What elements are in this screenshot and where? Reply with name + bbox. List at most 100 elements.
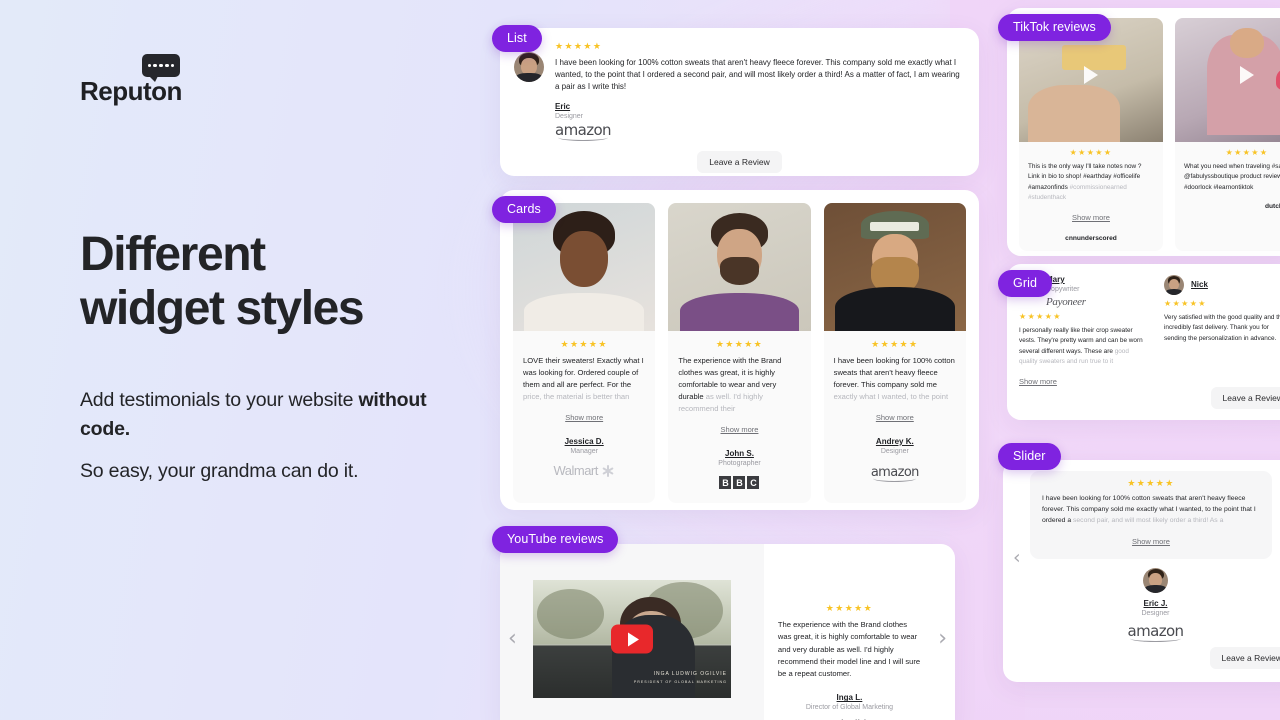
- review-text: I personally really like their crop swea…: [1019, 327, 1143, 366]
- show-more-link[interactable]: Show more: [721, 425, 759, 434]
- leave-review-button[interactable]: Leave a Review: [697, 151, 782, 174]
- show-more-link[interactable]: Show more: [1132, 537, 1170, 546]
- tiktok-handle: dutchintheusa: [1264, 203, 1280, 211]
- review-text-faded: second pair, and will most likely order …: [1073, 517, 1224, 525]
- next-arrow-icon[interactable]: ›: [938, 628, 947, 650]
- review-text: The experience with the Brand clothes wa…: [678, 356, 782, 413]
- subtitle-lead: Add testimonials to your website: [80, 389, 359, 411]
- review-role: Copywriter: [1046, 286, 1080, 293]
- review-text: I have been looking for 100% cotton swea…: [555, 58, 960, 92]
- badge-grid: Grid: [998, 270, 1053, 297]
- badge-slider: Slider: [998, 443, 1061, 470]
- review-author: Jessica D.: [564, 436, 604, 446]
- hero-pane: Reputon Different widget styles Add test…: [80, 0, 480, 720]
- bbc-letter-b1: B: [719, 476, 732, 490]
- walmart-wordmark: Walmart: [553, 463, 598, 479]
- subtitle-secondary: So easy, your grandma can do it.: [80, 460, 359, 482]
- rating-stars: ★★★★★: [715, 339, 764, 349]
- rating-stars: ★★★★★: [825, 603, 874, 613]
- badge-list: List: [492, 25, 542, 52]
- review-role: Director of Global Marketing: [805, 704, 894, 712]
- review-author: Eric J.: [1143, 598, 1168, 608]
- source-logo-amazon: amazon: [1127, 621, 1184, 642]
- reviewer-photo: [668, 203, 811, 331]
- rating-stars: ★★★★★: [1164, 299, 1207, 308]
- avatar: [514, 52, 544, 82]
- review-text: I have been looking for 100% cotton swea…: [1042, 495, 1256, 525]
- tiktok-video-thumbnail[interactable]: [1175, 18, 1280, 142]
- widget-slider: ‹ ★★★★★ I have been looking for 100% cot…: [1003, 460, 1280, 682]
- review-role: Designer: [555, 113, 584, 121]
- prev-arrow-icon[interactable]: ‹: [508, 628, 517, 650]
- video-thumbnail[interactable]: INGA LUDWIG OGILVIE PRESIDENT OF GLOBAL …: [532, 580, 731, 698]
- avatar: [1164, 275, 1184, 295]
- slider-slide: ★★★★★ I have been looking for 100% cotto…: [1030, 471, 1272, 559]
- widget-tiktok-reviews: ★★★★★ This is the only way I'll take not…: [1007, 8, 1280, 256]
- youtube-play-icon[interactable]: [610, 624, 653, 654]
- show-more-link[interactable]: Show more: [876, 413, 914, 422]
- play-icon[interactable]: [1084, 66, 1098, 85]
- review-text-faded: exactly what I wanted, to the point: [833, 391, 949, 401]
- brand-name: Reputon: [80, 76, 182, 106]
- grid-cell: Nick ★★★★★ Very satisfied with the good …: [1164, 275, 1280, 389]
- leave-review-button[interactable]: Leave a Review: [1209, 647, 1280, 669]
- source-logo-walmart: Walmart: [523, 462, 645, 480]
- review-role: Designer: [880, 447, 909, 455]
- leave-review-button[interactable]: Leave a Review: [1210, 387, 1280, 409]
- testimonial-card: ★★★★★ The experience with the Brand clot…: [668, 203, 811, 503]
- source-logo-amazon: amazon: [870, 464, 919, 482]
- show-more-link[interactable]: Show more: [1072, 213, 1110, 222]
- rating-stars: ★★★★★: [1127, 478, 1175, 488]
- bbc-letter-b2: B: [733, 476, 746, 490]
- widget-youtube-reviews: ‹ INGA LUDWIG OGILVIE PRESIDENT OF GLOBA…: [500, 544, 955, 720]
- testimonial-card: ★★★★★ LOVE their sweaters! Exactly what …: [513, 203, 656, 503]
- review-role: Manager: [570, 447, 598, 455]
- source-logo-bbc: B B C: [678, 474, 800, 492]
- walmart-spark-icon: [601, 464, 615, 478]
- tiktok-handle: cnnunderscored: [1065, 234, 1117, 242]
- reviewer-photo: [823, 203, 966, 331]
- review-text: What you need when traveling #safetytips…: [1184, 163, 1280, 191]
- review-role: Photographer: [718, 459, 761, 467]
- review-text: This is the only way I'll take notes now…: [1028, 163, 1142, 202]
- review-text: Very satisfied with the good quality and…: [1164, 314, 1280, 342]
- rating-stars: ★★★★★: [560, 339, 608, 349]
- bbc-letter-c: C: [747, 476, 760, 490]
- list-review-row: ★★★★★ I have been looking for 100% cotto…: [500, 28, 979, 142]
- widget-list: ★★★★★ I have been looking for 100% cotto…: [500, 28, 979, 176]
- rating-stars: ★★★★★: [1069, 148, 1113, 157]
- rating-stars: ★★★★★: [1019, 312, 1062, 321]
- testimonial-card: ★★★★★ I have been looking for 100% cotto…: [823, 203, 966, 503]
- review-text: LOVE their sweaters! Exactly what I was …: [523, 356, 644, 401]
- widget-cards: ★★★★★ LOVE their sweaters! Exactly what …: [500, 190, 979, 510]
- show-more-link[interactable]: Show more: [1019, 377, 1057, 386]
- source-logo-amazon: amazon: [555, 121, 612, 142]
- rating-stars: ★★★★★: [1225, 148, 1269, 157]
- brand-logo: Reputon: [80, 54, 182, 106]
- rating-stars: ★★★★★: [871, 339, 919, 349]
- badge-tiktok: TikTok reviews: [998, 14, 1111, 41]
- review-author: Nick: [1191, 280, 1208, 289]
- source-logo-payoneer: Payoneer: [1046, 296, 1086, 308]
- review-author: Inga L.: [836, 693, 863, 703]
- rating-stars: ★★★★★: [555, 41, 603, 51]
- review-text: I have been looking for 100% cotton swea…: [833, 356, 955, 401]
- review-author: John S.: [725, 448, 754, 458]
- subtitle-primary: Add testimonials to your website without…: [80, 386, 480, 444]
- headline-line-1: Different: [80, 228, 266, 281]
- badge-cards: Cards: [492, 196, 556, 223]
- review-role: Designer: [1141, 609, 1170, 617]
- review-text: The experience with the Brand clothes wa…: [777, 620, 921, 679]
- review-text-faded: price, the material is better than: [523, 391, 630, 401]
- page-title: Different widget styles: [80, 228, 480, 336]
- play-icon[interactable]: [1240, 66, 1254, 85]
- list-button-row: Leave a Review: [500, 151, 979, 174]
- video-caption: INGA LUDWIG OGILVIE PRESIDENT OF GLOBAL …: [633, 671, 727, 684]
- badge-youtube: YouTube reviews: [492, 526, 619, 553]
- headline-line-2: widget styles: [80, 282, 365, 336]
- avatar: [1143, 567, 1168, 593]
- show-more-link[interactable]: Show more: [565, 413, 603, 422]
- review-author: Andrey K.: [875, 436, 914, 446]
- tiktok-card: ★★★★★ What you need when traveling #safe…: [1175, 18, 1280, 251]
- prev-arrow-icon[interactable]: ‹: [1013, 548, 1021, 567]
